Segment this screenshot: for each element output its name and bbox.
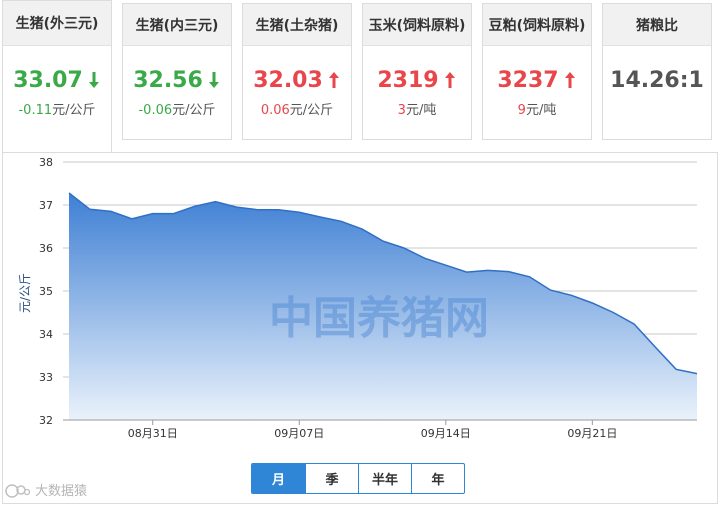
brand-text: 大数据猿 (35, 484, 88, 499)
card-value: 33.07 (3, 68, 111, 93)
y-tick-label: 37 (39, 199, 53, 212)
card-change: 3元/吨 (397, 103, 437, 118)
range-tabs: 月 季 半年 年 (251, 463, 465, 494)
card-change: -0.11元/公斤 (18, 103, 96, 118)
card-value: 32.03 (243, 68, 351, 93)
x-tick-label: 09月21日 (567, 427, 617, 440)
arrow-down-icon (88, 72, 99, 88)
brand-logo-icon (5, 483, 31, 498)
card-title: 生猪(外三元) (3, 1, 111, 46)
card-value: 32.56 (123, 68, 231, 93)
y-tick-label: 36 (39, 242, 53, 255)
card-title: 豆粕(饲料原料) (483, 4, 591, 46)
y-tick-label: 34 (39, 328, 53, 341)
brand-watermark: 大数据猿 (4, 480, 87, 499)
card-title: 生猪(土杂猪) (243, 4, 351, 46)
y-tick-label: 35 (39, 285, 53, 298)
arrow-down-icon (208, 72, 219, 88)
y-tick-label: 33 (39, 371, 53, 384)
tab-month[interactable]: 月 (252, 464, 305, 493)
x-tick-label: 08月31日 (128, 427, 178, 440)
price-chart-panel: 中国养猪网 元/公斤 32 33 34 35 36 37 38 08月31日 09月07日 09月… (2, 152, 718, 504)
card-corn[interactable]: 玉米(饲料原料) 2319 3元/吨 (362, 3, 472, 140)
card-change: 0.06元/公斤 (260, 103, 334, 118)
x-tick-label: 09月07日 (274, 427, 324, 440)
card-pig-outer-three[interactable]: 生猪(外三元) 33.07 -0.11元/公斤 (2, 0, 112, 152)
tab-quarter[interactable]: 季 (305, 464, 358, 493)
arrow-up-icon (564, 72, 575, 88)
y-tick-label: 38 (39, 156, 53, 169)
card-title: 猪粮比 (603, 4, 711, 46)
y-tick-label: 32 (39, 414, 53, 427)
card-title: 玉米(饲料原料) (363, 4, 471, 46)
price-cards: 生猪(外三元) 33.07 -0.11元/公斤 生猪(内三元) 32.56 -0… (0, 0, 720, 152)
card-value: 3237 (483, 68, 591, 93)
price-area-chart: 中国养猪网 元/公斤 32 33 34 35 36 37 38 08月31日 09月07日 09月… (18, 156, 698, 440)
y-axis-label: 元/公斤 (18, 273, 32, 313)
card-change: -0.06元/公斤 (138, 103, 216, 118)
card-value: 14.26:1 (610, 68, 704, 93)
card-soybean-meal[interactable]: 豆粕(饲料原料) 3237 9元/吨 (482, 3, 592, 140)
watermark: 中国养猪网 (269, 293, 489, 344)
card-pig-grain-ratio[interactable]: 猪粮比 14.26:1 (602, 3, 712, 140)
x-tick-label: 09月14日 (421, 427, 471, 440)
card-title: 生猪(内三元) (123, 4, 231, 46)
tab-half-year[interactable]: 半年 (358, 464, 411, 493)
card-pig-inner-three[interactable]: 生猪(内三元) 32.56 -0.06元/公斤 (122, 3, 232, 140)
arrow-up-icon (328, 72, 339, 88)
card-value: 2319 (363, 68, 471, 93)
tab-year[interactable]: 年 (411, 464, 464, 493)
arrow-up-icon (444, 72, 455, 88)
card-change: 9元/吨 (517, 103, 557, 118)
card-pig-local[interactable]: 生猪(土杂猪) 32.03 0.06元/公斤 (242, 3, 352, 140)
